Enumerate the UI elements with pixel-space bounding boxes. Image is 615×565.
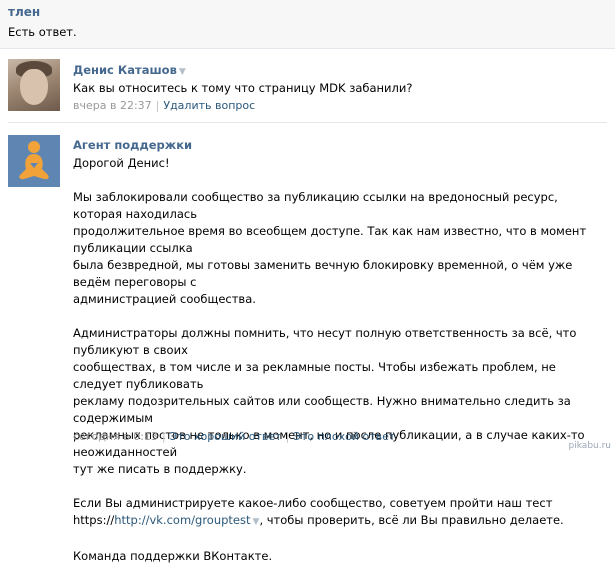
- caret-down-icon[interactable]: ▼: [253, 517, 260, 527]
- text-line: Если Вы администрируете какое-либо сообщ…: [73, 496, 553, 510]
- meta-separator: |: [155, 99, 160, 112]
- text-line: рекламу подозрительных сайтов или сообще…: [73, 394, 571, 425]
- answer-paragraph-1: Мы заблокировали сообщество за публикаци…: [73, 189, 608, 308]
- answer-paragraph-3: Если Вы администрируете какое-либо сообщ…: [73, 495, 608, 531]
- text-line: продолжительное время во всеобщем доступ…: [73, 224, 587, 255]
- answer-author[interactable]: Агент поддержки: [73, 138, 192, 152]
- question-meta: вчера в 22:37 | Удалить вопрос: [73, 99, 255, 112]
- text-line: тут же писать в поддержку.: [73, 462, 247, 476]
- user-avatar[interactable]: [8, 59, 60, 111]
- grouptest-link[interactable]: http://vk.com/grouptest: [114, 513, 250, 527]
- agent-avatar[interactable]: [8, 135, 60, 187]
- delete-question-link[interactable]: Удалить вопрос: [163, 99, 255, 112]
- watermark: pikabu.ru: [568, 441, 611, 451]
- question-time: вчера в 22:37: [73, 99, 152, 112]
- divider: [8, 122, 607, 123]
- caret-down-icon[interactable]: ▼: [179, 67, 186, 77]
- answer-greeting: Дорогой Денис!: [73, 156, 170, 170]
- text-line: администрацией сообщества.: [73, 292, 256, 306]
- meta-separator: |: [285, 430, 290, 443]
- question-author-name[interactable]: Денис Каташов: [73, 63, 177, 77]
- question-text: Как вы относитесь к тому что страницу MD…: [73, 81, 413, 95]
- bad-answer-link[interactable]: Это плохой ответ: [293, 430, 395, 443]
- topic-title: тлен: [8, 5, 41, 19]
- text-line: Мы заблокировали сообщество за публикаци…: [73, 190, 558, 221]
- answer-meta: сегодня в 0:13 | Это хороший ответ | Это пло…: [73, 430, 395, 443]
- url-prefix: https://: [73, 513, 115, 527]
- text-line: Администраторы должны помнить, что несут…: [73, 326, 577, 357]
- answer-signature: Команда поддержки ВКонтакте.: [73, 549, 273, 563]
- avatar-face: [20, 69, 48, 105]
- topic-status: Есть ответ.: [8, 25, 77, 39]
- answer-body: Дорогой Денис! Мы заблокировали сообщест…: [73, 155, 608, 565]
- url-suffix: , чтобы проверить, всё ли Вы правильно д…: [259, 513, 564, 527]
- good-answer-link[interactable]: Это хороший ответ: [170, 430, 282, 443]
- meta-separator: |: [161, 430, 166, 443]
- topic-header: тлен Есть ответ.: [0, 0, 615, 49]
- answer-time: сегодня в 0:13: [73, 430, 158, 443]
- text-line: сообществах, в том числе и за рекламные …: [73, 360, 556, 391]
- answer-paragraph-2: Администраторы должны помнить, что несут…: [73, 325, 608, 478]
- text-line: была безвредной, мы готовы заменить вечн…: [73, 258, 573, 289]
- text-line: https://http://vk.com/grouptest ▼, чтобы …: [73, 512, 608, 531]
- question-author[interactable]: Денис Каташов ▼: [73, 63, 186, 77]
- meditating-figure-icon: [19, 141, 49, 180]
